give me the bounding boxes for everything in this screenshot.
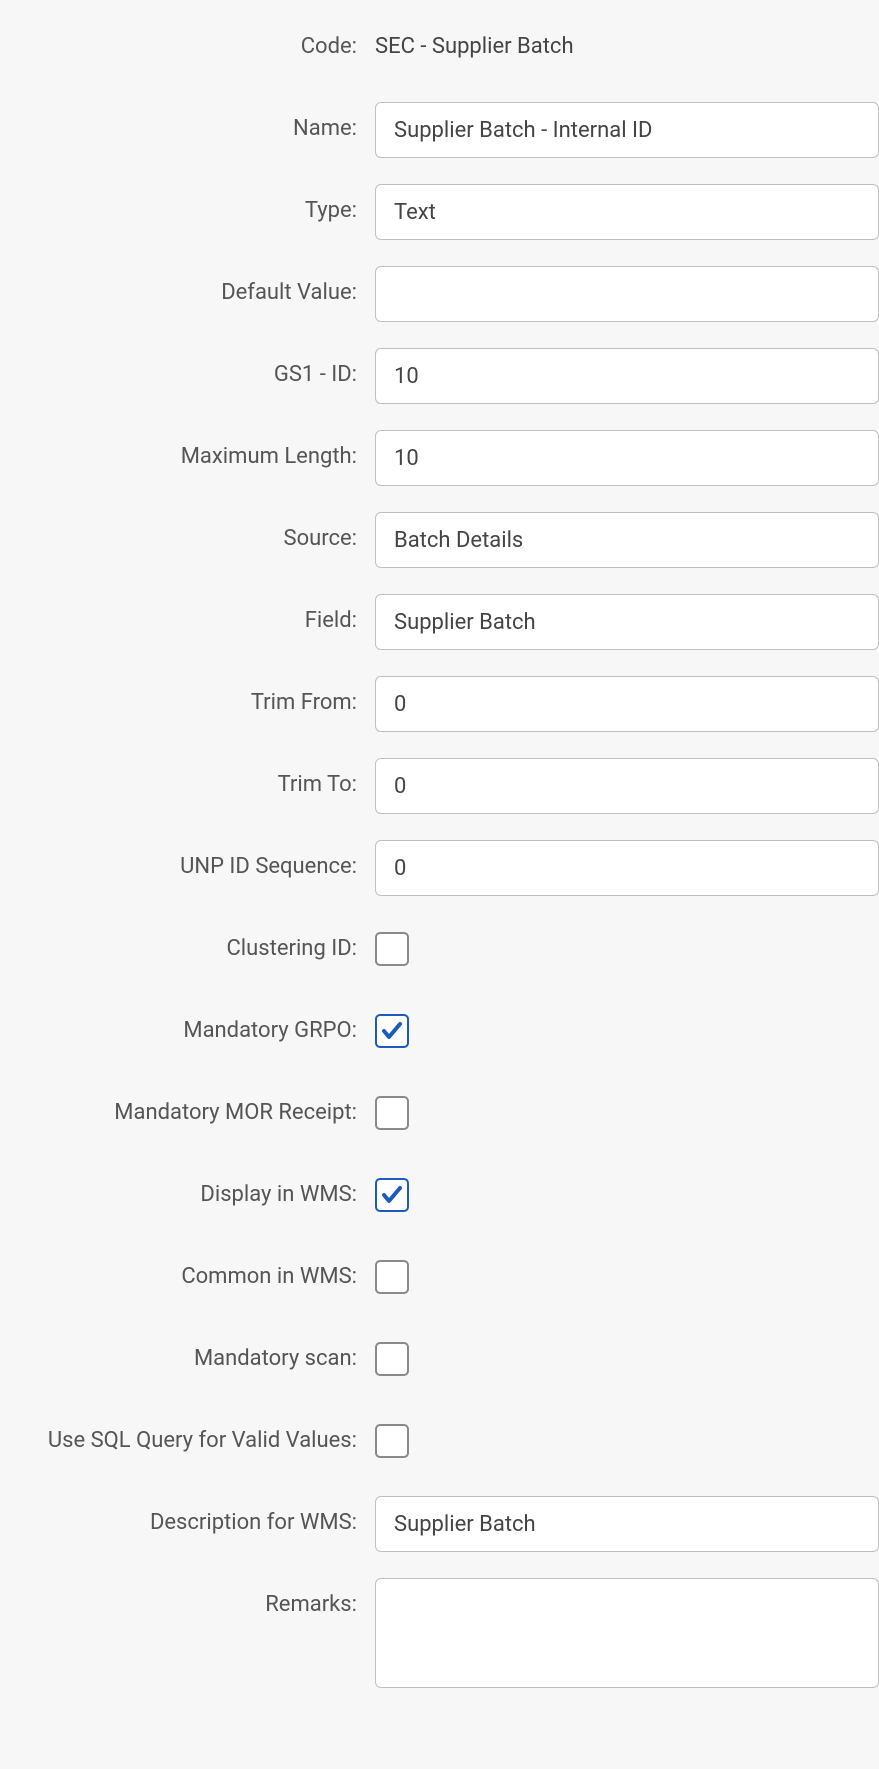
label-common-in-wms: Common in WMS: (0, 1250, 375, 1289)
row-code: Code: SEC - Supplier Batch (0, 20, 879, 76)
row-trim-to: Trim To: (0, 758, 879, 814)
label-unp-id-sequence: UNP ID Sequence: (0, 840, 375, 879)
row-maximum-length: Maximum Length: (0, 430, 879, 486)
label-trim-from: Trim From: (0, 676, 375, 715)
label-clustering-id: Clustering ID: (0, 922, 375, 961)
label-mandatory-scan: Mandatory scan: (0, 1332, 375, 1371)
row-mandatory-grpo: Mandatory GRPO: (0, 1004, 879, 1060)
row-remarks: Remarks: (0, 1578, 879, 1688)
check-icon (380, 1019, 404, 1043)
checkbox-common-in-wms[interactable] (375, 1260, 409, 1294)
input-field[interactable] (375, 594, 879, 650)
label-mandatory-mor-receipt: Mandatory MOR Receipt: (0, 1086, 375, 1125)
input-maximum-length[interactable] (375, 430, 879, 486)
row-source: Source: (0, 512, 879, 568)
input-source[interactable] (375, 512, 879, 568)
row-clustering-id: Clustering ID: (0, 922, 879, 978)
label-maximum-length: Maximum Length: (0, 430, 375, 469)
form-container: Code: SEC - Supplier Batch Name: Type: D… (0, 0, 879, 1734)
check-icon (380, 1183, 404, 1207)
label-source: Source: (0, 512, 375, 551)
row-type: Type: (0, 184, 879, 240)
checkbox-display-in-wms[interactable] (375, 1178, 409, 1212)
row-mandatory-scan: Mandatory scan: (0, 1332, 879, 1388)
input-description-for-wms[interactable] (375, 1496, 879, 1552)
row-description-for-wms: Description for WMS: (0, 1496, 879, 1552)
row-trim-from: Trim From: (0, 676, 879, 732)
input-type[interactable] (375, 184, 879, 240)
label-type: Type: (0, 184, 375, 223)
row-common-in-wms: Common in WMS: (0, 1250, 879, 1306)
label-gs1-id: GS1 - ID: (0, 348, 375, 387)
row-gs1-id: GS1 - ID: (0, 348, 879, 404)
label-use-sql-query: Use SQL Query for Valid Values: (0, 1414, 375, 1453)
input-unp-id-sequence[interactable] (375, 840, 879, 896)
row-use-sql-query: Use SQL Query for Valid Values: (0, 1414, 879, 1470)
textarea-remarks[interactable] (375, 1578, 879, 1688)
input-default-value[interactable] (375, 266, 879, 322)
label-default-value: Default Value: (0, 266, 375, 305)
checkbox-use-sql-query[interactable] (375, 1424, 409, 1458)
checkbox-mandatory-grpo[interactable] (375, 1014, 409, 1048)
value-code: SEC - Supplier Batch (375, 20, 574, 59)
row-field: Field: (0, 594, 879, 650)
label-remarks: Remarks: (0, 1578, 375, 1617)
row-unp-id-sequence: UNP ID Sequence: (0, 840, 879, 896)
row-mandatory-mor-receipt: Mandatory MOR Receipt: (0, 1086, 879, 1142)
row-display-in-wms: Display in WMS: (0, 1168, 879, 1224)
label-name: Name: (0, 102, 375, 141)
checkbox-mandatory-scan[interactable] (375, 1342, 409, 1376)
input-trim-from[interactable] (375, 676, 879, 732)
input-name[interactable] (375, 102, 879, 158)
label-code: Code: (0, 20, 375, 59)
label-display-in-wms: Display in WMS: (0, 1168, 375, 1207)
input-trim-to[interactable] (375, 758, 879, 814)
label-field: Field: (0, 594, 375, 633)
checkbox-clustering-id[interactable] (375, 932, 409, 966)
label-description-for-wms: Description for WMS: (0, 1496, 375, 1535)
row-name: Name: (0, 102, 879, 158)
label-mandatory-grpo: Mandatory GRPO: (0, 1004, 375, 1043)
input-gs1-id[interactable] (375, 348, 879, 404)
checkbox-mandatory-mor-receipt[interactable] (375, 1096, 409, 1130)
label-trim-to: Trim To: (0, 758, 375, 797)
row-default-value: Default Value: (0, 266, 879, 322)
